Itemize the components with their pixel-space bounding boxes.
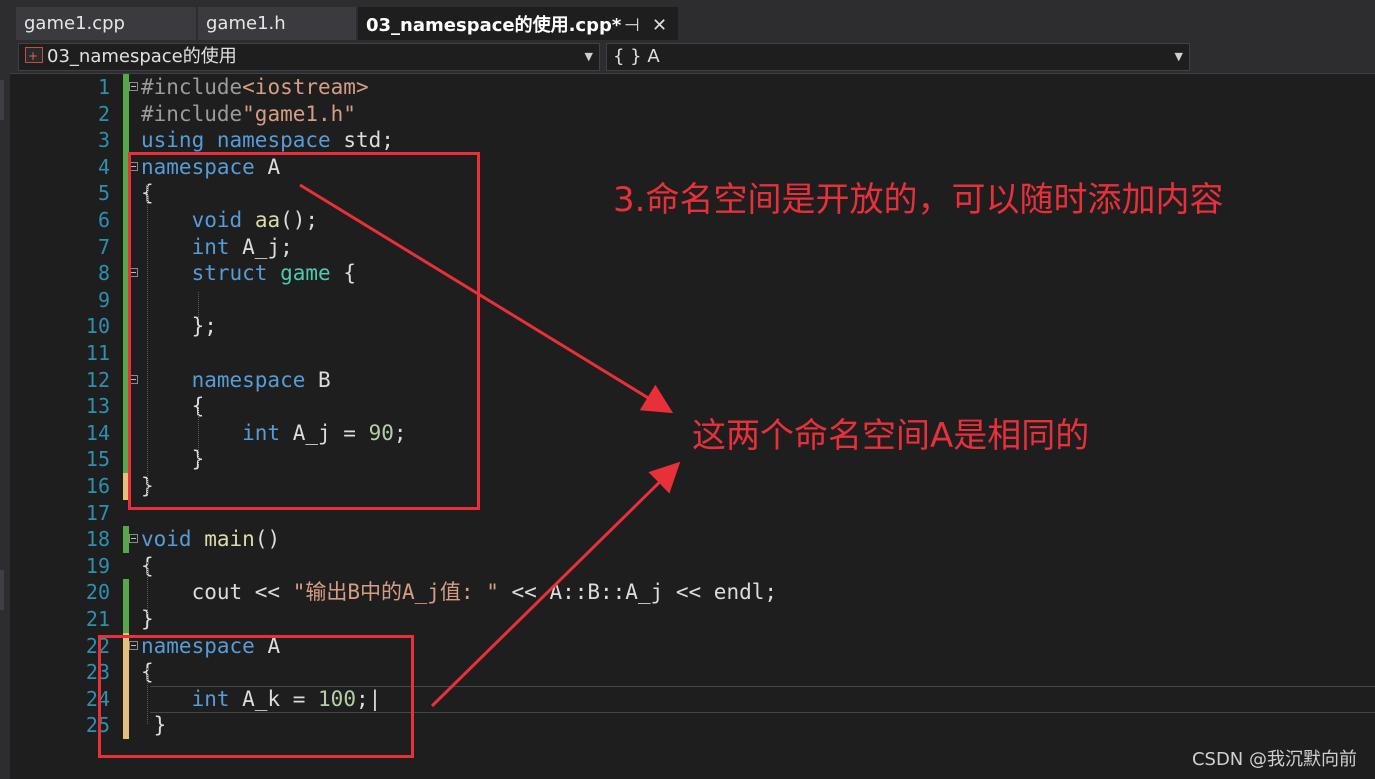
annotation-same-namespace: 这两个命名空间A是相同的 bbox=[692, 416, 1090, 456]
watermark: CSDN @我沉默向前 bbox=[1191, 749, 1357, 770]
arrow-bottom bbox=[430, 461, 681, 708]
annotation-arrows bbox=[299, 183, 681, 708]
annotation-open-namespace: 3.命名空间是开放的，可以随时添加内容 bbox=[613, 180, 1224, 220]
